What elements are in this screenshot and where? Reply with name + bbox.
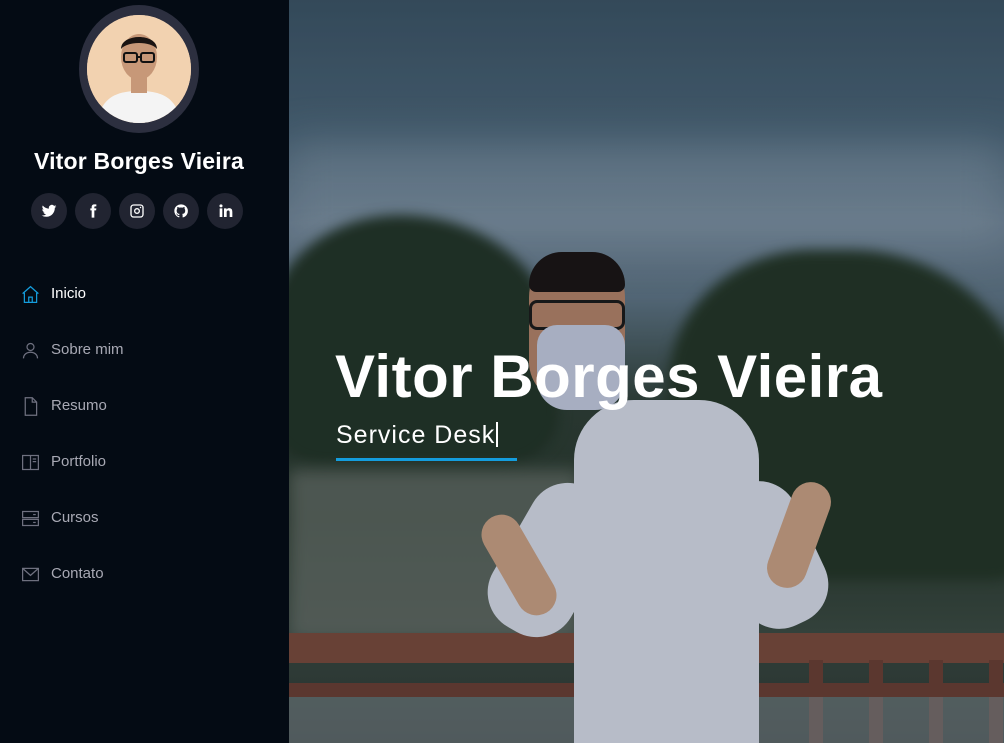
avatar — [87, 15, 191, 123]
instagram-link[interactable] — [119, 193, 155, 229]
hero-underline — [336, 458, 517, 461]
twitter-icon — [41, 204, 57, 217]
hero-typed-text: Service Desk — [336, 421, 496, 449]
nav-item-label: Inicio — [51, 285, 87, 302]
nav-item-label: Portfolio — [51, 453, 107, 470]
nav-item-resumo[interactable]: Resumo — [20, 378, 270, 434]
facebook-icon — [90, 204, 97, 218]
social-links — [31, 193, 243, 229]
github-icon — [174, 204, 188, 218]
typing-cursor — [496, 422, 499, 447]
twitter-link[interactable] — [31, 193, 67, 229]
nav-item-label: Resumo — [51, 397, 107, 414]
nav-item-label: Contato — [51, 565, 104, 582]
instagram-icon — [130, 204, 144, 218]
nav-item-inicio[interactable]: Inicio — [20, 266, 270, 322]
nav-item-cursos[interactable]: Cursos — [20, 490, 270, 546]
nav-item-label: Cursos — [51, 509, 99, 526]
hero-title: Vitor Borges Vieira — [335, 343, 883, 410]
nav-menu: Inicio Sobre mim Resumo Portfolio Cursos… — [20, 266, 270, 602]
linkedin-link[interactable] — [207, 193, 243, 229]
nav-item-sobre-mim[interactable]: Sobre mim — [20, 322, 270, 378]
hero-section: Vitor Borges Vieira Service Desk — [289, 0, 1004, 743]
person-icon — [22, 342, 39, 358]
envelope-icon — [22, 567, 39, 581]
sidebar: Vitor Borges Vieira Inicio Sobre mim Res — [0, 0, 289, 743]
nav-item-label: Sobre mim — [51, 341, 124, 358]
profile-name: Vitor Borges Vieira — [33, 148, 245, 174]
linkedin-icon — [219, 204, 233, 217]
document-icon — [24, 396, 38, 416]
github-link[interactable] — [163, 193, 199, 229]
server-icon — [22, 510, 39, 526]
home-icon — [22, 285, 39, 303]
book-icon — [22, 454, 39, 470]
hero-subtitle: Service Desk — [336, 421, 499, 450]
nav-item-contato[interactable]: Contato — [20, 546, 270, 602]
nav-item-portfolio[interactable]: Portfolio — [20, 434, 270, 490]
facebook-link[interactable] — [75, 193, 111, 229]
